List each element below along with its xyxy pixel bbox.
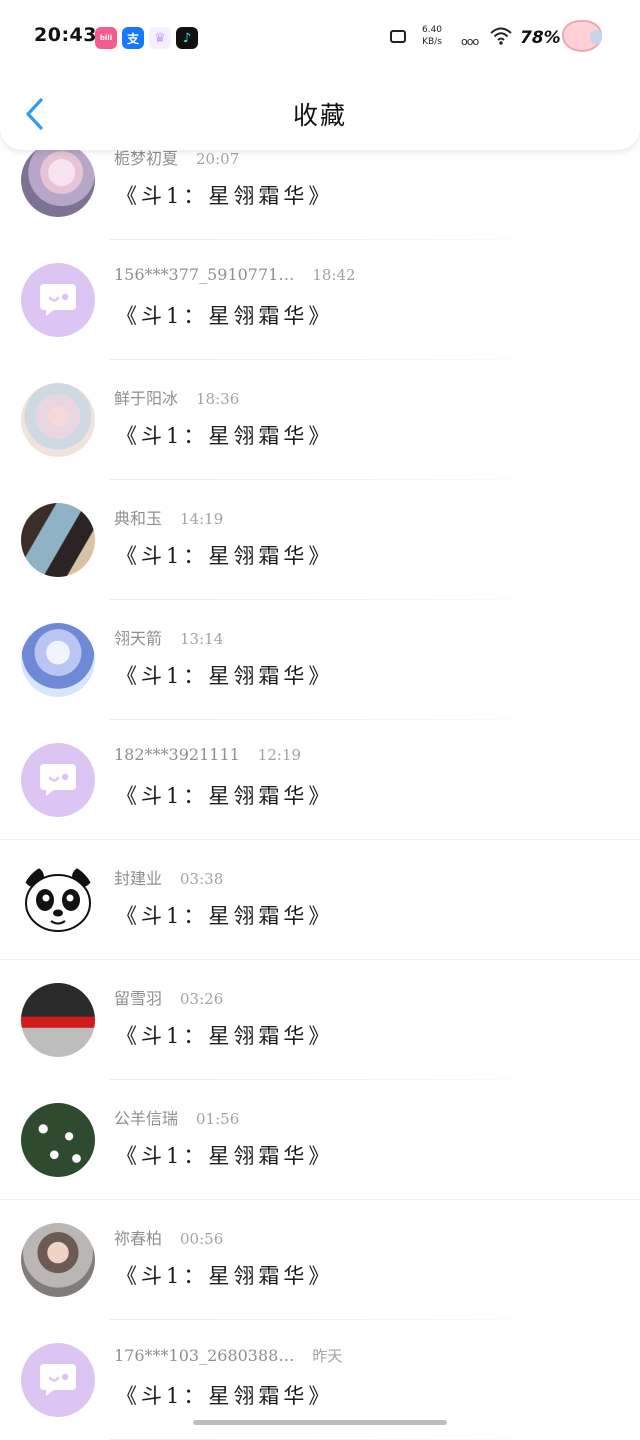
network-speed-unit: KB/s — [422, 37, 442, 47]
alipay-icon: 支 — [122, 27, 144, 49]
network-type: ooo — [461, 35, 479, 48]
list-item[interactable]: 祢春柏 00:56 《斗1：星翎霜华》 — [0, 1200, 640, 1320]
list-item[interactable]: 翎天箭 13:14 《斗1：星翎霜华》 — [0, 600, 640, 720]
item-time: 00:56 — [180, 1230, 224, 1248]
item-time: 03:38 — [180, 870, 224, 888]
chat-bubble-icon — [40, 1364, 76, 1396]
user-name[interactable]: 176***103_2680388… — [114, 1346, 294, 1365]
bilibili-icon: bili — [95, 27, 117, 49]
book-title[interactable]: 《斗1：星翎霜华》 — [116, 660, 333, 690]
battery-level: 78% — [520, 28, 561, 48]
list-item[interactable]: 鲜于阳冰 18:36 《斗1：星翎霜华》 — [0, 360, 640, 480]
list-item[interactable]: 留雪羽 03:26 《斗1：星翎霜华》 — [0, 960, 640, 1080]
item-meta: 祢春柏 00:56 — [114, 1225, 223, 1249]
book-title[interactable]: 《斗1：星翎霜华》 — [116, 300, 333, 330]
list-item[interactable]: 典和玉 14:19 《斗1：星翎霜华》 — [0, 480, 640, 600]
item-time: 01:56 — [196, 1110, 240, 1128]
user-name[interactable]: 156***377_5910771… — [114, 265, 294, 284]
item-time: 14:19 — [180, 510, 224, 528]
item-meta: 翎天箭 13:14 — [114, 625, 223, 649]
book-title[interactable]: 《斗1：星翎霜华》 — [116, 1260, 333, 1290]
avatar[interactable] — [21, 623, 95, 697]
page-title: 收藏 — [292, 101, 347, 130]
avatar[interactable] — [21, 743, 95, 817]
book-title[interactable]: 《斗1：星翎霜华》 — [116, 540, 333, 570]
list-item[interactable]: 封建业 03:38 《斗1：星翎霜华》 — [0, 840, 640, 960]
user-name[interactable]: 翎天箭 — [114, 629, 162, 648]
user-name[interactable]: 封建业 — [114, 869, 162, 888]
wifi-icon — [490, 26, 512, 51]
home-indicator[interactable] — [193, 1420, 447, 1425]
avatar[interactable] — [21, 143, 95, 217]
book-title[interactable]: 《斗1：星翎霜华》 — [116, 780, 333, 810]
paw-icon — [562, 20, 602, 52]
avatar[interactable] — [21, 383, 95, 457]
panda-icon — [24, 867, 92, 932]
avatar[interactable] — [21, 1223, 95, 1297]
list-item[interactable]: 156***377_5910771… 18:42 《斗1：星翎霜华》 — [0, 240, 640, 360]
item-meta: 典和玉 14:19 — [114, 505, 223, 529]
book-title[interactable]: 《斗1：星翎霜华》 — [116, 180, 333, 210]
user-name[interactable]: 典和玉 — [114, 509, 162, 528]
book-title[interactable]: 《斗1：星翎霜华》 — [116, 1020, 333, 1050]
item-meta: 176***103_2680388… 昨天 — [114, 1345, 342, 1366]
user-name[interactable]: 公羊信瑞 — [114, 1109, 178, 1128]
user-name[interactable]: 栀梦初夏 — [114, 149, 178, 168]
list-item[interactable]: 公羊信瑞 01:56 《斗1：星翎霜华》 — [0, 1080, 640, 1200]
screen-record-icon — [390, 30, 406, 43]
item-time: 03:26 — [180, 990, 224, 1008]
avatar[interactable] — [21, 263, 95, 337]
tiktok-icon: ♪ — [176, 27, 198, 49]
avatar[interactable] — [21, 983, 95, 1057]
chat-bubble-icon — [40, 764, 76, 796]
item-time: 12:19 — [257, 746, 302, 764]
network-speed-value: 6.40 — [421, 25, 443, 35]
user-name[interactable]: 留雪羽 — [114, 989, 162, 1008]
chat-bubble-icon — [40, 284, 76, 316]
book-title[interactable]: 《斗1：星翎霜华》 — [116, 420, 333, 450]
avatar[interactable] — [21, 1103, 95, 1177]
crown-icon: ♛ — [149, 27, 171, 49]
item-time: 18:36 — [196, 390, 240, 408]
header-bar: 20:43 bili 支 ♛ ♪ 6.40 KB/s ooo 78% 收藏 — [0, 0, 640, 150]
status-bar: 20:43 bili 支 ♛ ♪ 6.40 KB/s ooo 78% — [0, 0, 640, 76]
book-title[interactable]: 《斗1：星翎霜华》 — [116, 900, 333, 930]
item-meta: 156***377_5910771… 18:42 — [114, 265, 356, 284]
status-time: 20:43 — [34, 24, 97, 46]
item-time: 18:42 — [312, 266, 356, 284]
item-meta: 封建业 03:38 — [114, 865, 223, 889]
item-meta: 留雪羽 03:26 — [114, 985, 223, 1009]
user-name[interactable]: 182***3921111 — [114, 745, 240, 764]
avatar[interactable] — [21, 863, 95, 937]
user-name[interactable]: 鲜于阳冰 — [114, 389, 178, 408]
user-name[interactable]: 祢春柏 — [114, 1229, 162, 1248]
book-title[interactable]: 《斗1：星翎霜华》 — [116, 1140, 333, 1170]
avatar[interactable] — [21, 1343, 95, 1417]
network-speed: 6.40 KB/s — [418, 24, 446, 48]
item-time: 昨天 — [312, 1347, 343, 1365]
item-meta: 鲜于阳冰 18:36 — [114, 385, 239, 409]
avatar[interactable] — [21, 503, 95, 577]
list-item[interactable]: 182***3921111 12:19 《斗1：星翎霜华》 — [0, 720, 640, 840]
item-time: 20:07 — [196, 150, 240, 168]
item-meta: 公羊信瑞 01:56 — [114, 1105, 239, 1129]
item-meta: 182***3921111 12:19 — [114, 745, 301, 764]
book-title[interactable]: 《斗1：星翎霜华》 — [116, 1380, 333, 1410]
item-time: 13:14 — [180, 630, 224, 648]
